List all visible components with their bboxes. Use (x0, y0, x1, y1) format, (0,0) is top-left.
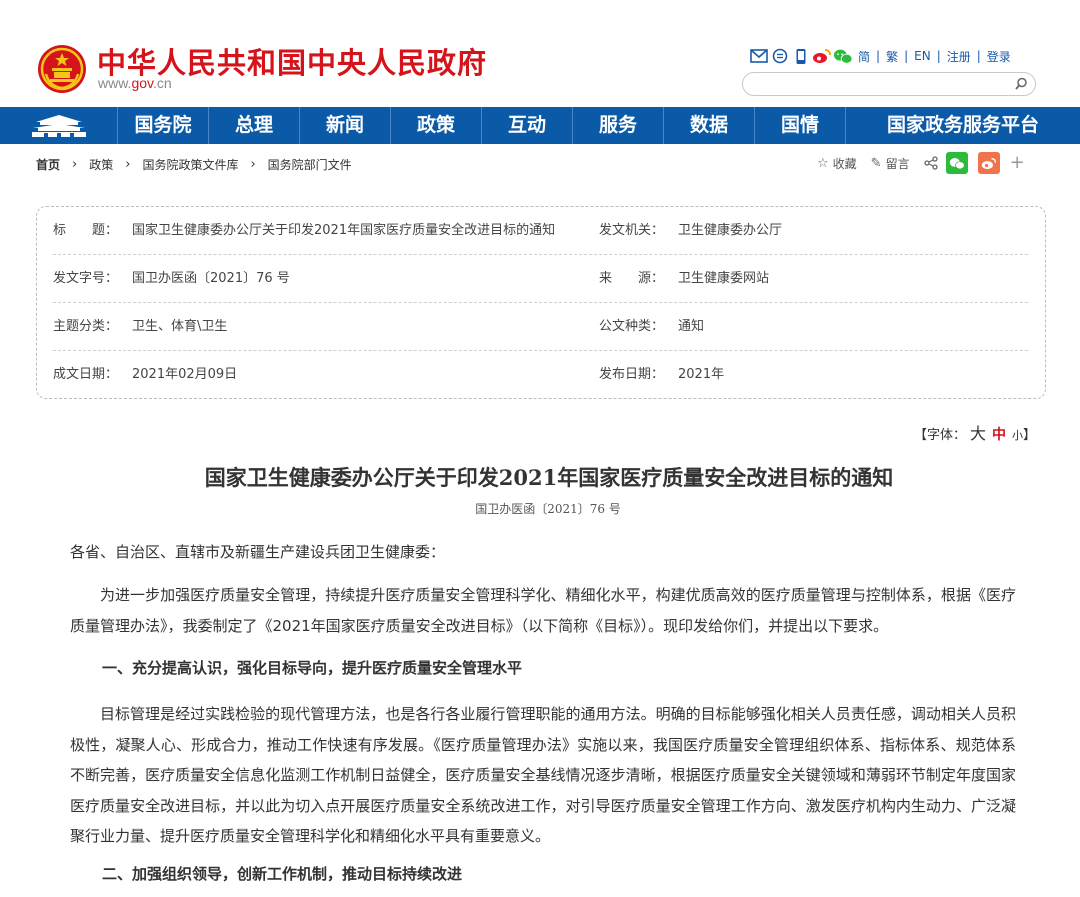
nav-policy[interactable]: 政策 (391, 107, 482, 144)
national-emblem-icon[interactable] (37, 44, 87, 94)
breadcrumb: 首页 › 政策 › 国务院政策文件库 › 国务院部门文件 (36, 156, 352, 173)
info-topic: 主题分类： 卫生、体育\卫生 (53, 303, 227, 351)
share-weibo-icon[interactable] (977, 152, 1000, 174)
mobile-icon[interactable] (791, 46, 811, 66)
info-docno-label: 发文字号： (53, 271, 119, 286)
nav-state-council[interactable]: 国务院 (118, 107, 209, 144)
font-size-open: 【字体： (914, 428, 967, 443)
link-simplified[interactable]: 简 (858, 48, 870, 65)
info-type-value: 通知 (678, 319, 705, 334)
tiananmen-icon (31, 114, 86, 137)
info-docno: 发文字号： 国卫办医函〔2021〕76 号 (53, 255, 290, 303)
info-source-value: 卫生健康委网站 (678, 271, 770, 286)
font-size-small[interactable]: 小 (1012, 429, 1023, 442)
info-issuer-label: 发文机关： (599, 223, 665, 238)
info-issuer-value: 卫生健康委办公厅 (678, 223, 783, 238)
favorite-label: 收藏 (832, 156, 857, 171)
link-register[interactable]: 注册 (947, 48, 971, 65)
info-pubdate-label: 发布日期： (599, 367, 665, 382)
link-login[interactable]: 登录 (987, 48, 1011, 65)
nav-services[interactable]: 服务 (573, 107, 664, 144)
weibo-icon[interactable] (812, 46, 832, 66)
font-size-medium[interactable]: 中 (992, 427, 1006, 443)
site-url-domain: gov (131, 75, 153, 91)
breadcrumb-home[interactable]: 首页 (36, 156, 60, 173)
info-row-3: 主题分类： 卫生、体育\卫生 公文种类： 通知 (53, 303, 1028, 351)
site-url[interactable]: www.gov.cn (98, 75, 172, 91)
link-traditional[interactable]: 繁 (886, 48, 898, 65)
info-type-label: 公文种类： (599, 319, 665, 334)
divider: | (876, 49, 881, 63)
info-docno-value: 国卫办医函〔2021〕76 号 (132, 271, 290, 286)
search-input[interactable] (755, 73, 1010, 95)
info-topic-value: 卫生、体育\卫生 (132, 319, 228, 334)
info-issuer: 发文机关： 卫生健康委办公厅 (599, 207, 782, 255)
font-size-close: 】 (1023, 428, 1037, 443)
share-wechat-icon[interactable] (945, 152, 968, 174)
divider: | (936, 49, 941, 63)
nav-interaction[interactable]: 互动 (482, 107, 573, 144)
chevron-right-icon: › (250, 157, 256, 172)
breadcrumb-department-docs[interactable]: 国务院部门文件 (268, 156, 352, 173)
chat-icon[interactable] (770, 46, 790, 66)
article-heading: 一、充分提高认识，强化目标导向，提升医疗质量安全管理水平 (102, 659, 523, 677)
info-source-label: 来 源： (599, 271, 665, 286)
divider: | (904, 49, 909, 63)
info-date-label: 成文日期： (53, 367, 119, 382)
nav-data[interactable]: 数据 (664, 107, 755, 144)
article-paragraph: 为进一步加强医疗质量安全管理，持续提升医疗质量安全管理科学化、精细化水平，构建优… (70, 586, 1016, 635)
info-topic-label: 主题分类： (53, 319, 119, 334)
nav-home[interactable] (0, 107, 118, 144)
top-links: 简 | 繁 | EN | 注册 | 登录 (749, 46, 1011, 66)
info-row-2: 发文字号： 国卫办医函〔2021〕76 号 来 源： 卫生健康委网站 (53, 255, 1028, 303)
font-size-large[interactable]: 大 (970, 424, 986, 443)
article-title: 国家卫生健康委办公厅关于印发2021年国家医疗质量安全改进目标的通知 (204, 465, 894, 490)
share-icon[interactable] (923, 156, 938, 170)
article-paragraph: 目标管理是经过实践检验的现代管理方法，也是各行各业履行管理职能的通用方法。明确的… (70, 705, 1016, 845)
info-title: 标 题： 国家卫生健康委办公厅关于印发2021年国家医疗质量安全改进目标的通知 (53, 207, 555, 255)
site-url-prefix: www. (98, 75, 132, 91)
info-title-value: 国家卫生健康委办公厅关于印发2021年国家医疗质量安全改进目标的通知 (132, 223, 556, 238)
mail-icon[interactable] (749, 46, 769, 66)
favorite-button[interactable]: ☆ 收藏 (817, 155, 857, 172)
info-row-4: 成文日期： 2021年02月09日 发布日期： 2021年 (53, 351, 1028, 399)
pencil-icon: ✎ (870, 155, 882, 171)
article-heading: 二、加强组织领导，创新工作机制，推动目标持续改进 (102, 865, 463, 883)
nav-news[interactable]: 新闻 (300, 107, 391, 144)
info-date-value: 2021年02月09日 (132, 367, 238, 382)
site-header: 中华人民共和国中央人民政府 www.gov.cn 简 | 繁 | EN | 注册… (0, 0, 1080, 107)
breadcrumb-policy[interactable]: 政策 (89, 156, 113, 173)
link-english[interactable]: EN (914, 49, 931, 63)
info-title-label: 标 题： (53, 223, 119, 238)
font-size-switcher: 【字体：大中小】 (914, 420, 1036, 444)
article-salutation: 各省、自治区、直辖市及新疆生产建设兵团卫生健康委： (70, 543, 446, 561)
site-url-suffix: .cn (153, 75, 172, 91)
chevron-right-icon: › (125, 157, 131, 172)
main-nav: 国务院 总理 新闻 政策 互动 服务 数据 国情 国家政务服务平台 (0, 107, 1080, 144)
document-info-box: 标 题： 国家卫生健康委办公厅关于印发2021年国家医疗质量安全改进目标的通知 发… (36, 206, 1046, 399)
info-row-1: 标 题： 国家卫生健康委办公厅关于印发2021年国家医疗质量安全改进目标的通知 发… (53, 207, 1028, 255)
search-icon[interactable] (1013, 76, 1029, 92)
comment-label: 留言 (885, 156, 910, 171)
more-share-icon[interactable]: + (1010, 154, 1025, 172)
breadcrumb-policy-library[interactable]: 国务院政策文件库 (142, 156, 238, 173)
article-docno: 国卫办医函〔2021〕76 号 (475, 502, 621, 516)
nav-national-info[interactable]: 国情 (755, 107, 846, 144)
nav-gov-service-platform[interactable]: 国家政务服务平台 (846, 107, 1080, 144)
info-type: 公文种类： 通知 (599, 303, 704, 351)
chevron-right-icon: › (72, 157, 78, 172)
info-date: 成文日期： 2021年02月09日 (53, 351, 237, 399)
info-source: 来 源： 卫生健康委网站 (599, 255, 769, 303)
page-tools: ☆ 收藏 ✎ 留言 + (817, 152, 1025, 174)
search-box (742, 72, 1036, 96)
comment-button[interactable]: ✎ 留言 (871, 155, 910, 172)
info-pubdate-value: 2021年 (678, 367, 725, 382)
wechat-icon[interactable] (833, 46, 853, 66)
divider: | (976, 49, 981, 63)
nav-premier[interactable]: 总理 (209, 107, 300, 144)
info-pubdate: 发布日期： 2021年 (599, 351, 724, 399)
star-icon: ☆ (817, 155, 829, 171)
